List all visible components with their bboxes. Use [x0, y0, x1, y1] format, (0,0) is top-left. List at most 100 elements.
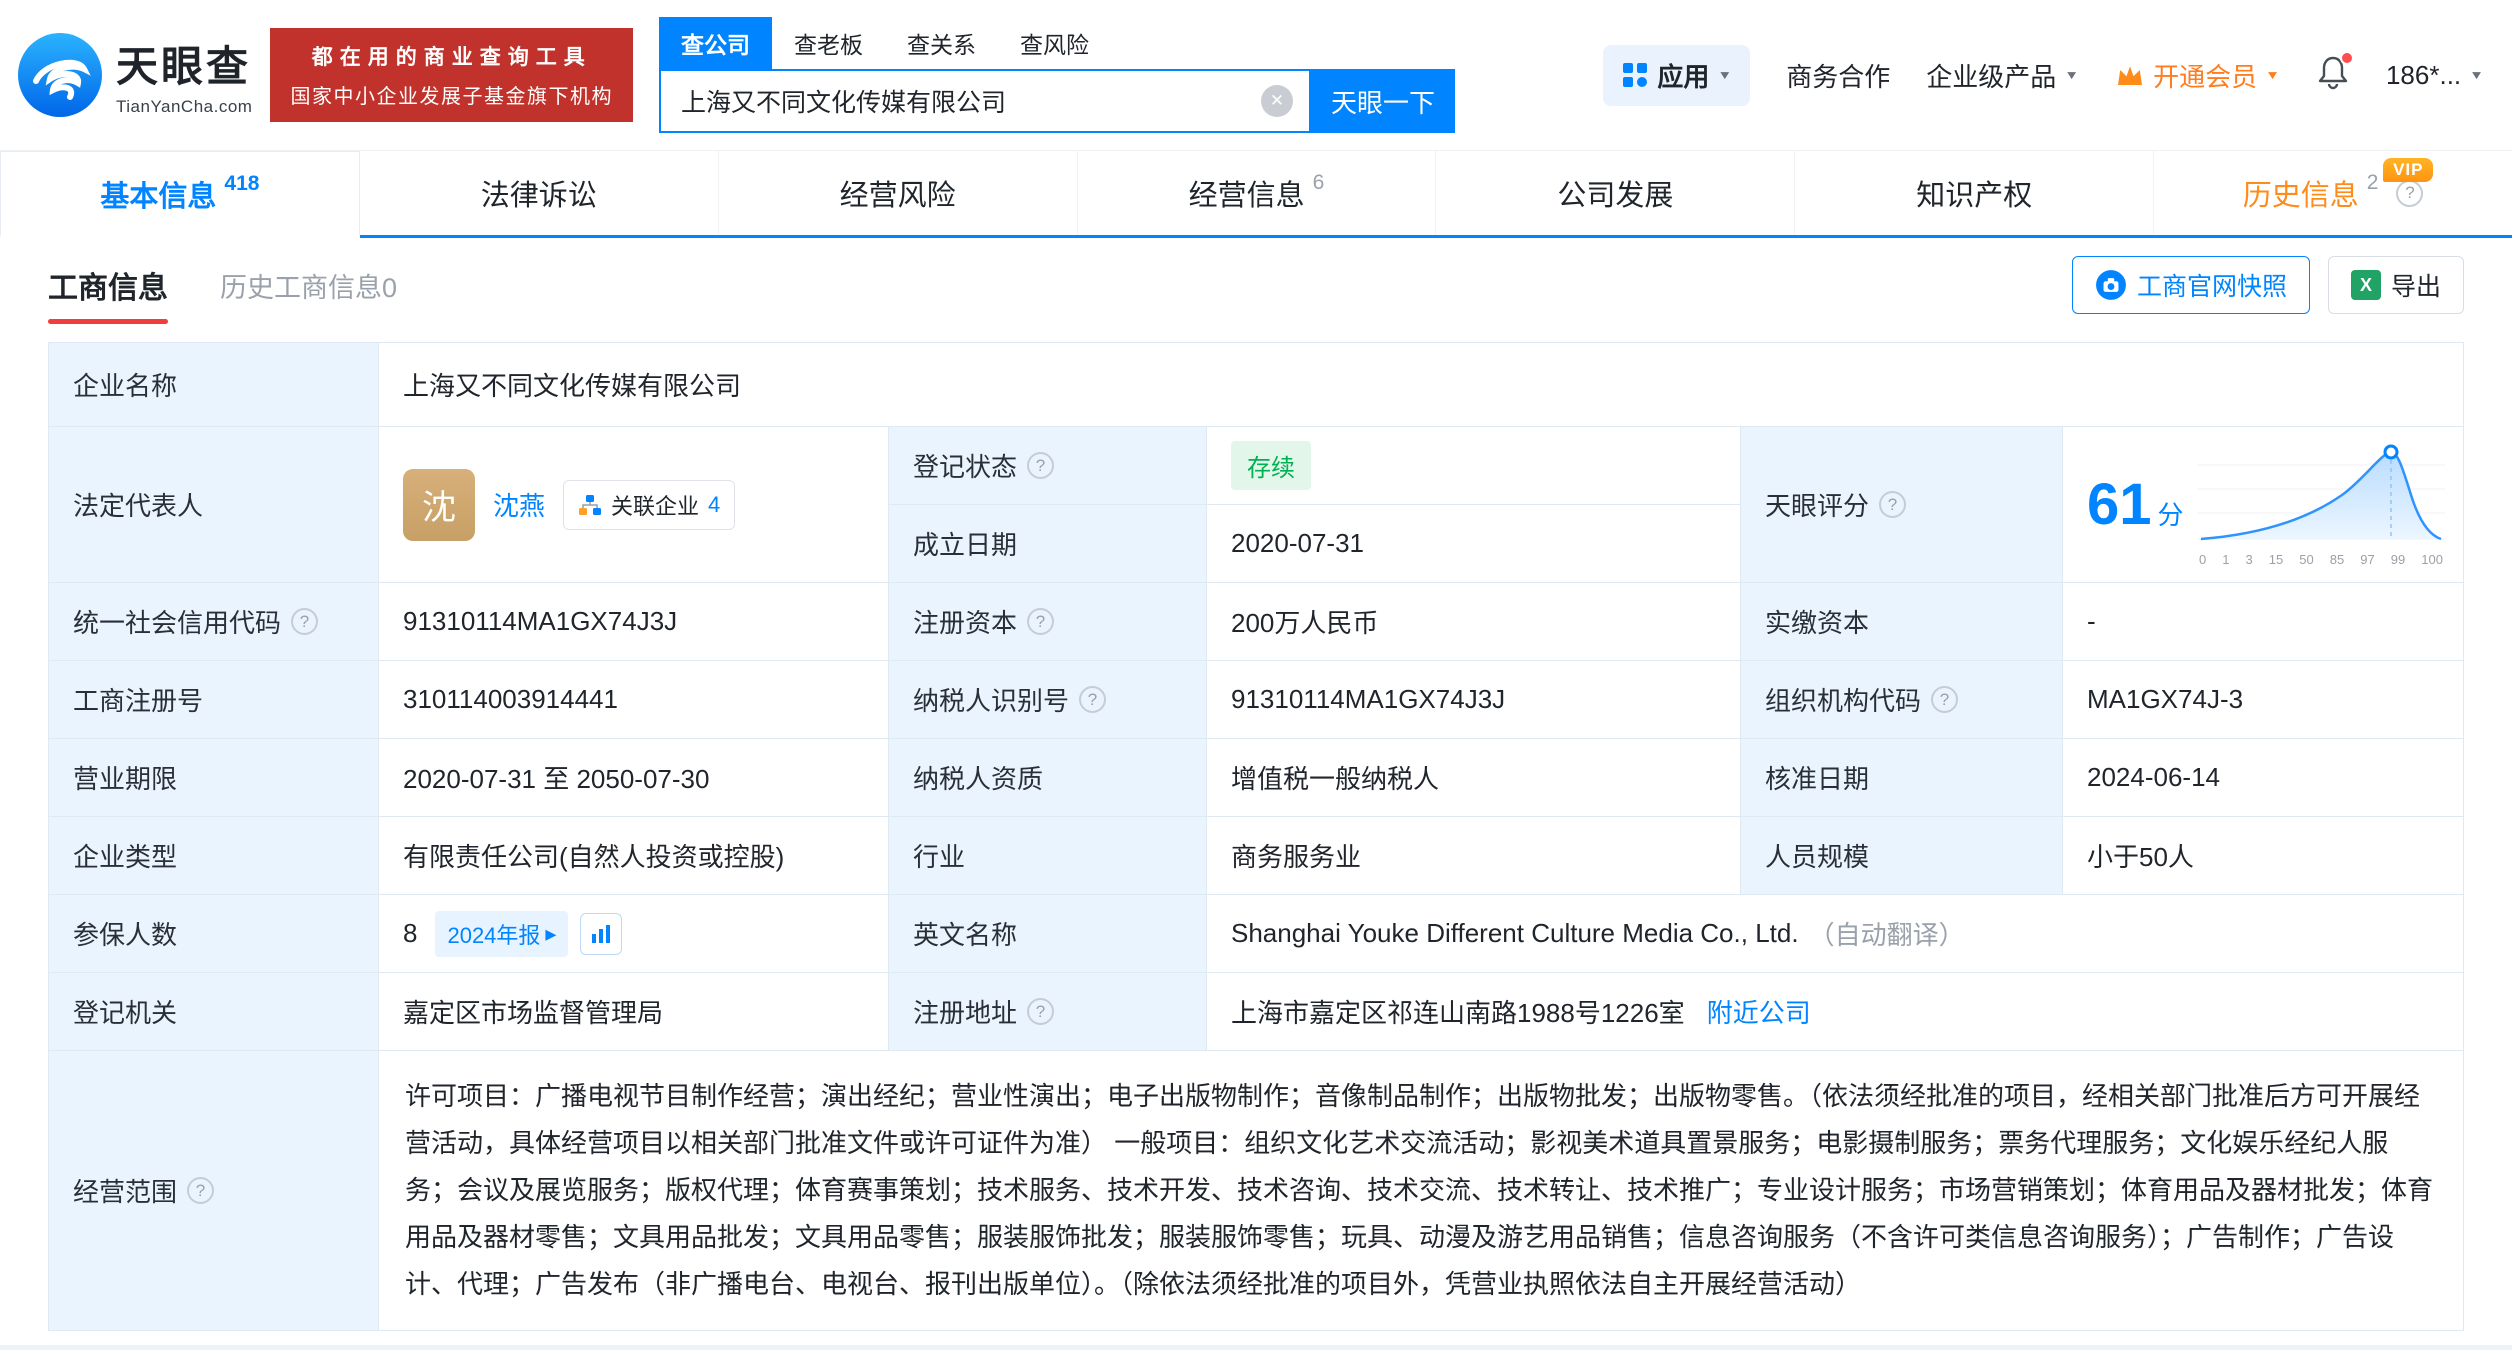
tab-count: 418	[224, 172, 260, 195]
open-vip-label: 开通会员	[2153, 61, 2258, 92]
brand-domain: TianYanCha.com	[116, 97, 253, 116]
score-curve-chart[interactable]: 0 1 3 15 50 85 97 99 100	[2197, 443, 2445, 567]
subtab-history-business-info[interactable]: 历史工商信息0	[220, 266, 397, 305]
account-menu[interactable]: 186*... ▼	[2386, 60, 2484, 91]
field-term-value: 2020-07-31 至 2050-07-30	[379, 739, 889, 817]
slogan-line1: 都在用的商业查询工具	[311, 46, 592, 69]
field-company-name-value: 上海又不同文化传媒有限公司	[379, 343, 2464, 427]
field-established-value: 2020-07-31	[1207, 505, 1741, 583]
field-reg-capital-label: 注册资本 ?	[889, 583, 1207, 661]
field-score-value: 61 分 0 1 3 15 50 85 97 99 100	[2063, 427, 2464, 583]
notification-dot	[2339, 50, 2354, 65]
field-company-name-label: 企业名称	[49, 343, 379, 427]
chevron-down-icon: ▼	[2265, 68, 2280, 82]
tab-label: 公司发展	[1557, 180, 1674, 212]
search-area: 查公司 查老板 查关系 查风险 ✕ 天眼一下	[658, 17, 1455, 133]
snapshot-button-label: 工商官网快照	[2136, 273, 2287, 301]
help-icon[interactable]: ?	[1931, 686, 1959, 713]
field-paid-capital-value: -	[2063, 583, 2464, 661]
subtab-business-info[interactable]: 工商信息	[48, 263, 168, 324]
account-label: 186*...	[2385, 59, 2462, 90]
snapshot-icon	[2096, 270, 2126, 300]
nav-open-vip[interactable]: 开通会员 ▼	[2115, 57, 2280, 94]
slogan-badge: 都在用的商业查询工具 国家中小企业发展子基金旗下机构	[270, 28, 633, 122]
status-badge: 存续	[1231, 441, 1311, 490]
nearby-companies-link[interactable]: 附近公司	[1707, 993, 1811, 1030]
apps-menu[interactable]: 应用 ▼	[1603, 44, 1751, 106]
tab-operating-info[interactable]: 经营信息 6	[1078, 151, 1437, 235]
search-tab-risk[interactable]: 查风险	[998, 17, 1111, 69]
field-taxpayer-no-label: 纳税人识别号 ?	[889, 661, 1207, 739]
field-authority-value: 嘉定区市场监督管理局	[379, 973, 889, 1051]
related-companies-tag[interactable]: 关联企业 4	[563, 479, 736, 530]
related-companies-icon	[579, 494, 602, 515]
nav-enterprise-products[interactable]: 企业级产品 ▼	[1926, 57, 2079, 94]
legal-rep-avatar[interactable]: 沈	[403, 468, 475, 541]
export-button[interactable]: 导出	[2327, 256, 2464, 314]
help-icon[interactable]: ?	[1027, 998, 1055, 1025]
help-icon[interactable]: ?	[291, 608, 319, 635]
legal-rep-link[interactable]: 沈燕	[493, 486, 545, 523]
score-axis-ticks: 0 1 3 15 50 85 97 99 100	[2199, 551, 2443, 567]
field-approved-value: 2024-06-14	[2063, 739, 2464, 817]
help-icon[interactable]: ?	[1079, 686, 1107, 713]
tab-basic-info[interactable]: 基本信息 418	[0, 151, 360, 238]
field-industry-value: 商务服务业	[1207, 817, 1741, 895]
tianyancha-logo-icon	[18, 33, 102, 117]
field-english-name-value: Shanghai Youke Different Culture Media C…	[1207, 895, 2464, 973]
field-scope-value: 许可项目：广播电视节目制作经营；演出经纪；营业性演出；电子出版物制作；音像制品制…	[379, 1051, 2464, 1331]
field-legal-rep-label: 法定代表人	[49, 427, 379, 583]
field-term-label: 营业期限	[49, 739, 379, 817]
help-icon[interactable]: ?	[1027, 608, 1055, 635]
tab-legal-proceedings[interactable]: 法律诉讼	[360, 151, 719, 235]
nav-business-cooperation[interactable]: 商务合作	[1786, 57, 1890, 94]
field-credit-code-label: 统一社会信用代码 ?	[49, 583, 379, 661]
search-tab-boss[interactable]: 查老板	[772, 17, 885, 69]
cooperation-label: 商务合作	[1786, 61, 1891, 92]
annual-report-label: 2024年报	[447, 922, 541, 948]
tianyancha-app: 天眼查 TianYanCha.com 都在用的商业查询工具 国家中小企业发展子基…	[0, 0, 2512, 1345]
tab-label: 历史信息	[2242, 180, 2359, 212]
field-org-code-label: 组织机构代码 ?	[1741, 661, 2063, 739]
chevron-down-icon: ▼	[1717, 68, 1733, 82]
tab-label: 经营信息	[1188, 180, 1305, 212]
annual-report-tag[interactable]: 2024年报 ▸	[435, 910, 569, 957]
field-company-type-label: 企业类型	[49, 817, 379, 895]
notification-bell[interactable]	[2316, 50, 2354, 97]
field-org-code-value: MA1GX74J-3	[2063, 661, 2464, 739]
related-companies-count: 4	[708, 491, 721, 517]
chevron-down-icon: ▼	[2064, 68, 2080, 82]
help-icon[interactable]: ?	[2396, 179, 2424, 207]
field-taxpayer-quality-value: 增值税一般纳税人	[1207, 739, 1741, 817]
tab-count: 6	[1312, 171, 1325, 194]
search-input[interactable]	[660, 86, 1261, 116]
clear-icon[interactable]: ✕	[1260, 85, 1293, 117]
tab-count: 2	[2366, 171, 2379, 194]
search-tab-relation[interactable]: 查关系	[885, 17, 998, 69]
annual-report-chart-icon[interactable]	[580, 912, 623, 955]
tab-label: 基本信息	[100, 180, 217, 213]
search-button[interactable]: 天眼一下	[1310, 69, 1455, 133]
field-reg-status-value: 存续	[1207, 427, 1741, 505]
snapshot-button[interactable]: 工商官网快照	[2071, 256, 2310, 314]
field-paid-capital-label: 实缴资本	[1741, 583, 2063, 661]
top-navigation: 应用 ▼ 商务合作 企业级产品 ▼ 开通会员 ▼ 186*... ▼	[1603, 44, 2484, 106]
field-staff-size-label: 人员规模	[1741, 817, 2063, 895]
tab-intellectual-property[interactable]: 知识产权	[1795, 151, 2155, 235]
field-authority-label: 登记机关	[49, 973, 379, 1051]
chevron-down-icon: ▼	[2469, 68, 2484, 82]
field-credit-code-value: 91310114MA1GX74J3J	[379, 583, 889, 661]
field-reg-no-label: 工商注册号	[49, 661, 379, 739]
search-tab-company[interactable]: 查公司	[658, 17, 772, 69]
help-icon[interactable]: ?	[1879, 491, 1907, 518]
tab-operating-risk[interactable]: 经营风险	[719, 151, 1078, 235]
tab-company-development[interactable]: 公司发展	[1436, 151, 1796, 235]
logo[interactable]: 天眼查 TianYanCha.com	[18, 33, 252, 117]
tab-history-info[interactable]: VIP 历史信息 2 ?	[2154, 151, 2512, 235]
field-company-type-value: 有限责任公司(自然人投资或控股)	[379, 817, 889, 895]
help-icon[interactable]: ?	[1027, 452, 1055, 479]
tab-label: 法律诉讼	[480, 180, 597, 212]
help-icon[interactable]: ?	[187, 1177, 215, 1204]
field-approved-label: 核准日期	[1741, 739, 2063, 817]
field-reg-no-value: 310114003914441	[379, 661, 889, 739]
